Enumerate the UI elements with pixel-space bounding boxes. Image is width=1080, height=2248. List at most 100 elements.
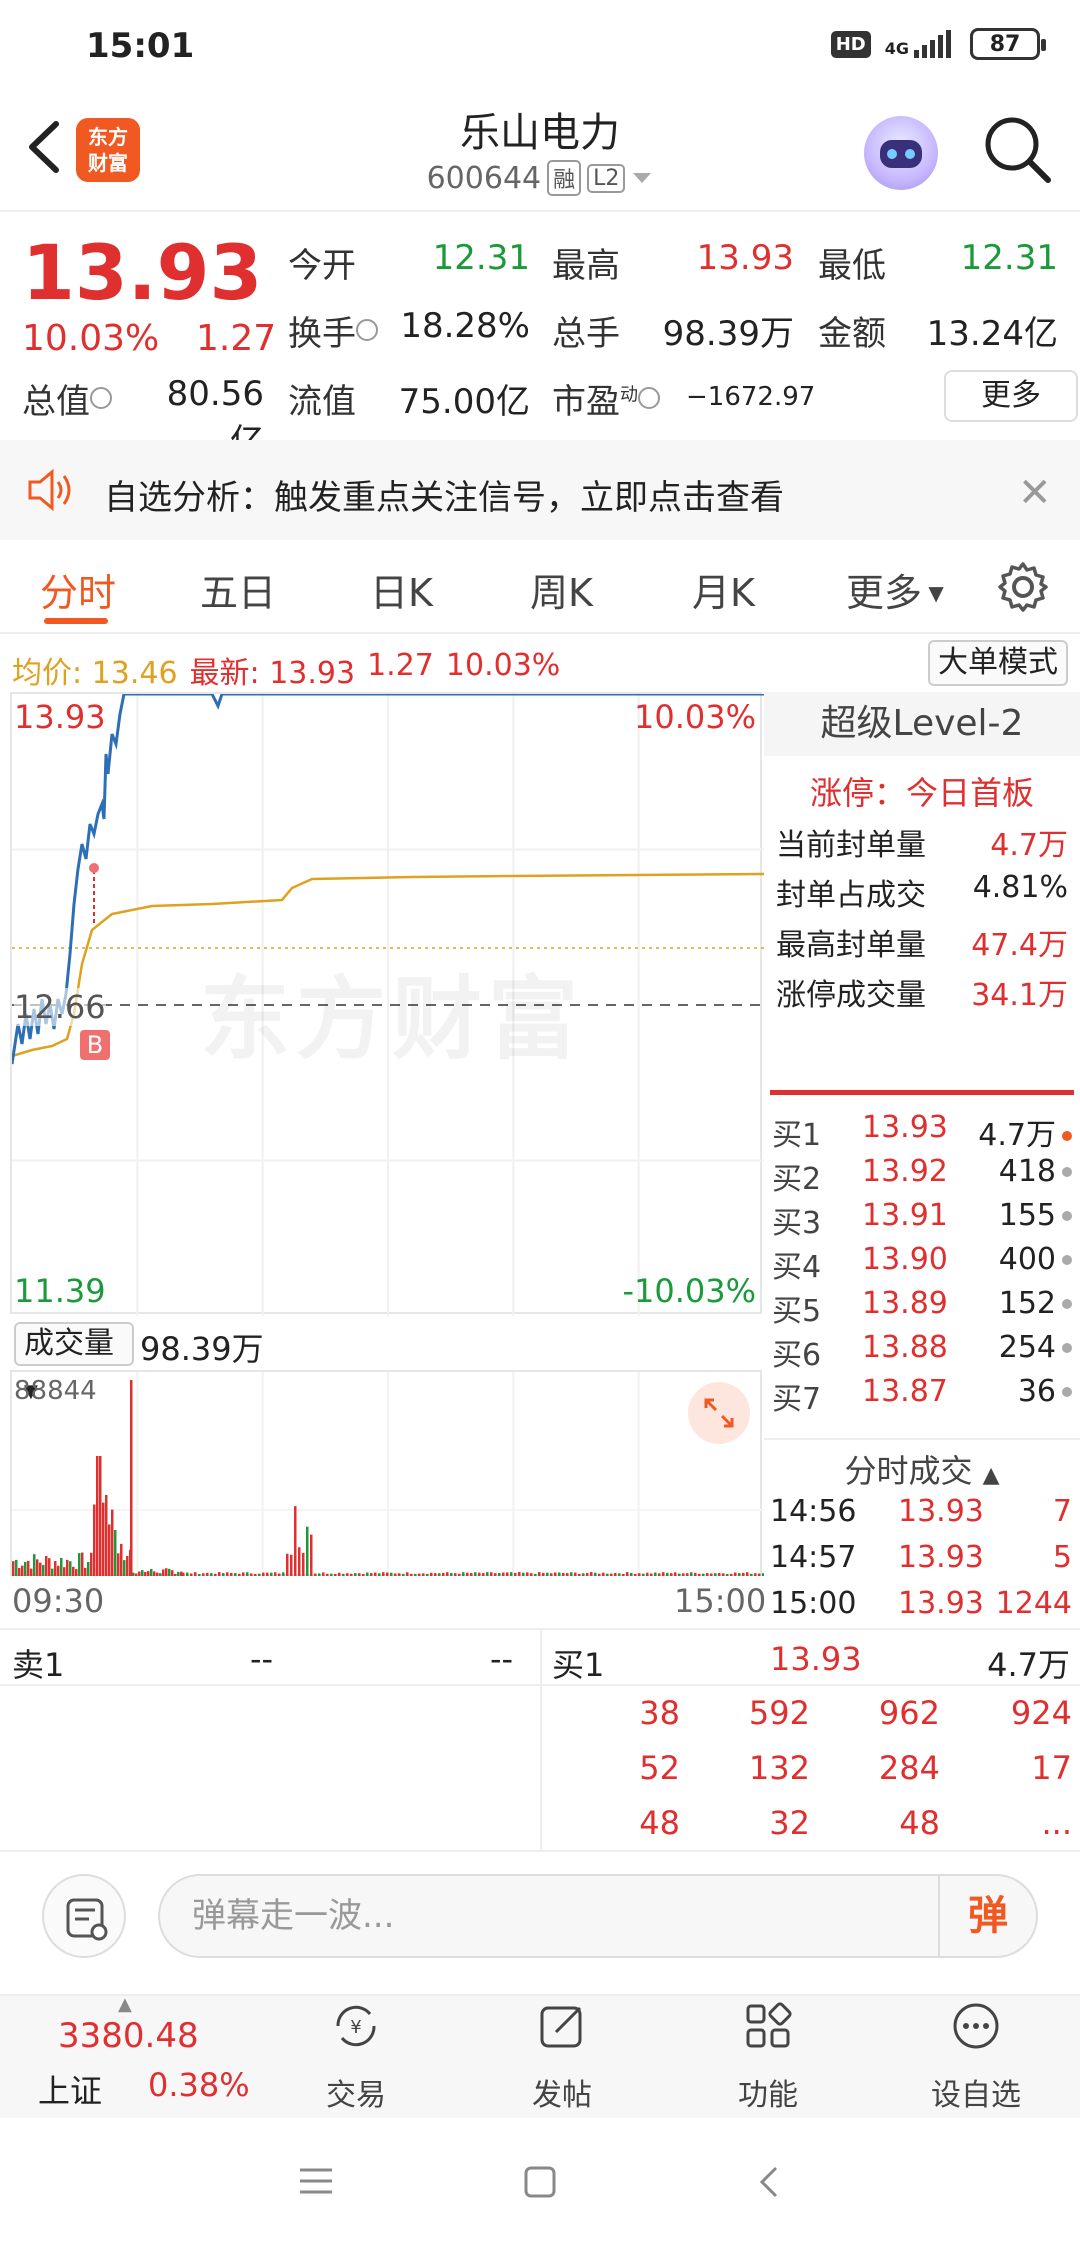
close-icon[interactable]: ✕ [1018, 470, 1052, 516]
tick-time: 14:56 [770, 1494, 857, 1529]
tab-weekly-k[interactable]: 周K [530, 562, 593, 617]
volume-bar [726, 1573, 729, 1576]
level2-title[interactable]: 超级Level-2 [764, 692, 1080, 756]
buy-marker[interactable]: B [80, 1030, 110, 1060]
float-label: 流值 [288, 382, 356, 422]
home-icon[interactable] [522, 2164, 558, 2200]
volume-bar [702, 1573, 705, 1576]
tab-monthly-k[interactable]: 月K [692, 562, 755, 617]
tab-intraday[interactable]: 分时 [40, 562, 116, 617]
volume-bar [298, 1547, 301, 1576]
tab-five-day[interactable]: 五日 [200, 562, 276, 617]
volume-bar [418, 1573, 421, 1576]
volume-bar [306, 1526, 309, 1576]
search-button[interactable] [980, 112, 1056, 188]
queue-cell: 48 [899, 1804, 940, 1842]
volume-bar [754, 1573, 757, 1576]
volume-bar [310, 1534, 313, 1576]
volume-bar [105, 1494, 108, 1576]
volume-bar [406, 1572, 409, 1576]
time-start: 09:30 [12, 1582, 105, 1620]
volume-bar [434, 1573, 437, 1576]
barrage-input[interactable]: 弹幕走一波... [158, 1874, 1038, 1958]
volume-bar [99, 1456, 102, 1576]
more-button[interactable]: 更多 [944, 370, 1078, 422]
margin-tag: 融 [547, 160, 582, 196]
index-name[interactable]: 上证 [38, 2066, 102, 2112]
trade-icon: ¥ [336, 2005, 376, 2047]
volume-bar [666, 1572, 669, 1576]
amount-value: 13.24亿 [926, 314, 1058, 354]
volume-bar [494, 1573, 497, 1576]
tick-volume: 5 [1052, 1540, 1072, 1575]
volume-bar [114, 1530, 117, 1576]
volume-bar [674, 1572, 677, 1576]
barrage-settings-button[interactable] [42, 1874, 126, 1958]
nav-add-watchlist[interactable]: 设自选 [906, 2000, 1046, 2114]
volume-bar [598, 1573, 601, 1576]
watermark: 东方财富 [200, 967, 584, 1072]
volume-bar [662, 1572, 665, 1576]
volume-bar [638, 1573, 641, 1576]
ticks-title[interactable]: 分时成交 ▲ [764, 1446, 1080, 1492]
gear-icon[interactable] [996, 560, 1050, 614]
barrage-send-button[interactable]: 弹 [938, 1876, 1036, 1956]
turnover-label[interactable]: 换手 [288, 306, 378, 355]
mktcap-label[interactable]: 总值 [22, 374, 112, 423]
volume-value: 98.39万 [662, 314, 794, 354]
volume-bar [758, 1573, 761, 1576]
volume-bar [54, 1561, 57, 1576]
robot-assistant-icon[interactable] [864, 116, 938, 190]
volume-bar [165, 1568, 168, 1576]
bid-volume: 400 [960, 1242, 1072, 1277]
bid-volume: 254 [960, 1330, 1072, 1365]
l2-stat-label: 封单占成交 [776, 878, 926, 913]
volume-bar [354, 1573, 357, 1576]
volume-bar [202, 1573, 205, 1576]
nav-trade[interactable]: ¥ 交易 [286, 2000, 426, 2114]
volume-bar [706, 1573, 709, 1576]
volume-bar [646, 1572, 649, 1576]
volume-bar [630, 1572, 633, 1576]
amount-label: 金额 [818, 314, 886, 354]
volume-bar [147, 1571, 150, 1576]
volume-bar [370, 1573, 373, 1576]
notice-text[interactable]: 自选分析：触发重点关注信号，立即点击查看 [104, 470, 784, 519]
expand-button[interactable] [688, 1382, 750, 1444]
volume-bar [258, 1573, 261, 1576]
buy1-label: 买1 [552, 1646, 605, 1684]
bid-label: 买7 [772, 1382, 822, 1417]
nav-post[interactable]: 发帖 [492, 2000, 632, 2114]
edit-icon [540, 2006, 582, 2048]
volume-chart[interactable] [10, 1370, 765, 1578]
nav-functions[interactable]: 功能 [698, 2000, 838, 2114]
tab-daily-k[interactable]: 日K [370, 562, 433, 617]
volume-bar [81, 1552, 84, 1576]
volume-label: 总手 [552, 314, 620, 354]
volume-bar [342, 1573, 345, 1576]
volume-bar [502, 1572, 505, 1576]
volume-indicator-select[interactable]: 成交量 ▼ [14, 1322, 134, 1402]
menu-icon[interactable] [296, 2164, 336, 2198]
volume-total: 98.39万 [140, 1330, 264, 1368]
bid-label: 买3 [772, 1206, 822, 1241]
index-pct[interactable]: 0.38% [148, 2066, 250, 2104]
pe-label[interactable]: 市盈动 [552, 374, 660, 423]
volume-bar [654, 1572, 657, 1576]
back-nav-icon[interactable] [754, 2162, 784, 2202]
big-order-mode-button[interactable]: 大单模式 [928, 640, 1068, 686]
volume-bar [226, 1572, 229, 1576]
sell1-price: -- [250, 1640, 274, 1678]
info-icon [356, 319, 378, 341]
status-dot-icon [1062, 1387, 1072, 1397]
tab-more[interactable]: 更多 ▼ [846, 562, 944, 617]
status-dot-icon [1062, 1131, 1072, 1141]
volume-bar [398, 1573, 401, 1576]
volume-bar [514, 1572, 517, 1576]
bid-volume: 4.7万 [960, 1110, 1072, 1154]
volume-bar [486, 1572, 489, 1576]
volume-bar [198, 1573, 201, 1576]
volume-bar [346, 1573, 349, 1576]
chart-top-price: 13.93 [14, 698, 106, 736]
index-value[interactable]: 3380.48 [58, 2016, 199, 2056]
